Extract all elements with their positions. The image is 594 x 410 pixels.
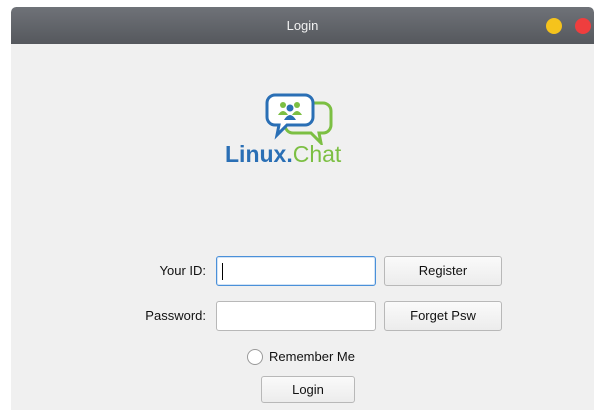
title-bar[interactable]: Login (11, 7, 594, 44)
window-title: Login (286, 18, 319, 33)
login-button[interactable]: Login (261, 376, 355, 403)
login-window: Login Linux.Chat Your ID: Register Passw… (11, 7, 594, 410)
password-input[interactable] (216, 301, 376, 331)
chat-bubbles-logo-icon (265, 93, 333, 145)
register-button[interactable]: Register (384, 256, 502, 286)
logo-text-chat: Chat (292, 141, 342, 167)
close-icon[interactable] (575, 18, 591, 34)
app-logo: Linux.Chat (215, 93, 395, 173)
your-id-input[interactable] (216, 256, 376, 286)
logo-wordmark: Linux.Chat (225, 140, 341, 168)
logo-text-linux: Linux (225, 141, 287, 167)
password-label: Password: (145, 308, 206, 323)
remember-me-radio[interactable] (247, 349, 263, 365)
minimize-icon[interactable] (546, 18, 562, 34)
your-id-label: Your ID: (159, 263, 207, 278)
remember-me-label[interactable]: Remember Me (269, 349, 355, 365)
text-caret (222, 263, 223, 280)
forget-password-button[interactable]: Forget Psw (384, 301, 502, 331)
